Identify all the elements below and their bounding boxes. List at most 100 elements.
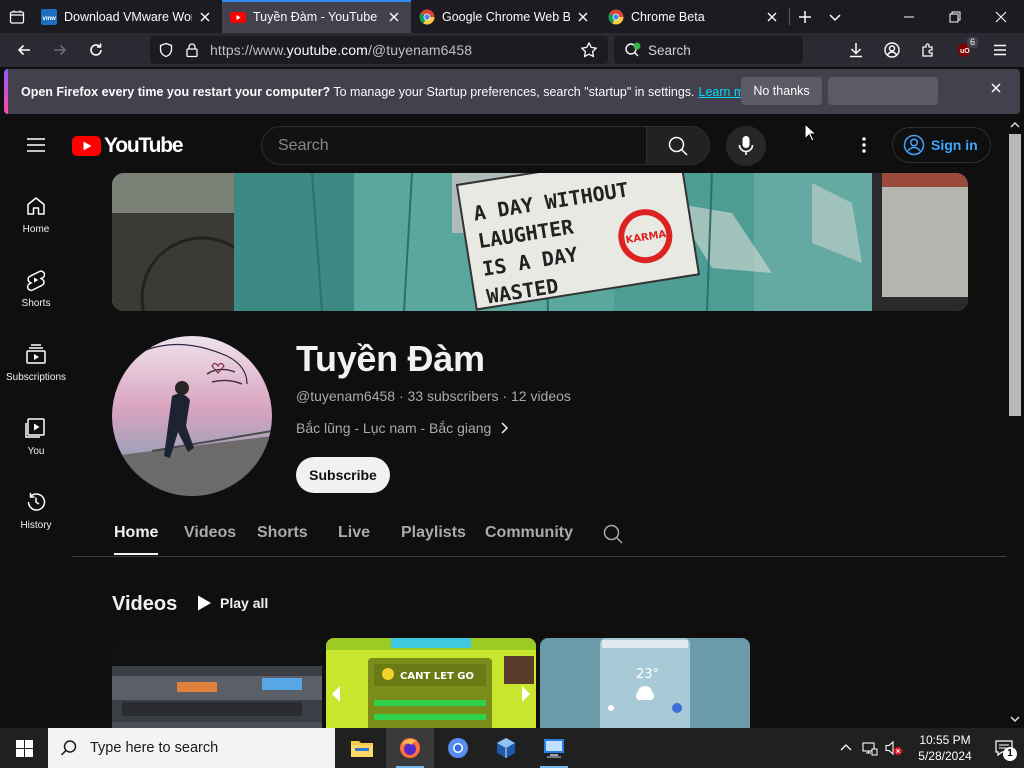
- video-thumbnail[interactable]: CANT LET GO: [326, 638, 536, 728]
- vmware-icon: vmw: [41, 8, 57, 25]
- search-icon: [603, 524, 623, 544]
- account-icon: [884, 42, 900, 58]
- tab-community[interactable]: Community: [485, 524, 573, 542]
- guide-item-subscriptions[interactable]: Subscriptions: [0, 320, 72, 394]
- extensions-button[interactable]: [910, 35, 946, 65]
- taskbar-firefox[interactable]: [386, 728, 434, 768]
- sign-in-button[interactable]: Sign in: [892, 127, 991, 163]
- close-notification-button[interactable]: [990, 82, 1008, 100]
- youtube-icon: [230, 9, 246, 25]
- app-menu-button[interactable]: [982, 35, 1018, 65]
- close-tab-icon[interactable]: [574, 8, 592, 26]
- chromium-icon: [448, 738, 468, 758]
- forward-button[interactable]: [42, 35, 78, 65]
- guide-item-history[interactable]: History: [0, 468, 72, 542]
- guide-item-home[interactable]: Home: [0, 172, 72, 246]
- minimize-button[interactable]: [886, 0, 932, 33]
- play-icon: [198, 595, 211, 611]
- reload-icon: [90, 43, 102, 56]
- video-thumbnail[interactable]: [112, 638, 322, 728]
- subscribe-button[interactable]: Subscribe: [296, 457, 390, 493]
- taskbar-virtualbox[interactable]: [482, 728, 530, 768]
- tab-title: Download VMware Work: [64, 9, 192, 24]
- play-all-button[interactable]: Play all: [196, 594, 268, 612]
- close-icon: [991, 83, 1001, 93]
- search-engine-icon: [625, 42, 641, 57]
- section-title: Videos: [112, 593, 178, 615]
- guide-item-you[interactable]: You: [0, 394, 72, 468]
- banner-image: A DAY WITHOUT LAUGHTER IS A DAY WASTED K…: [112, 173, 968, 311]
- settings-more-button[interactable]: [852, 133, 876, 157]
- tab-home[interactable]: Home: [114, 524, 159, 555]
- channel-search-button[interactable]: [602, 523, 624, 545]
- minimize-icon: [904, 16, 914, 17]
- channel-description-text: Bắc lũng - Lục nam - Bắc giang: [296, 420, 492, 436]
- new-tab-button[interactable]: [790, 0, 820, 33]
- tab-chrome-beta[interactable]: Chrome Beta: [600, 0, 789, 33]
- guide-item-shorts[interactable]: Shorts: [0, 246, 72, 320]
- tab-live[interactable]: Live: [338, 524, 370, 542]
- list-all-tabs-button[interactable]: [820, 0, 850, 33]
- video-thumbnail[interactable]: 23°: [540, 638, 750, 728]
- tab-youtube[interactable]: Tuyền Đàm - YouTube: [222, 0, 411, 33]
- tab-shorts[interactable]: Shorts: [257, 524, 308, 542]
- close-icon: [995, 11, 1007, 22]
- taskbar-remote-desktop[interactable]: [530, 728, 578, 768]
- youtube-search-button[interactable]: [646, 126, 710, 165]
- channel-meta: @tuyenam6458 · 33 subscribers · 12 video…: [296, 388, 571, 404]
- tab-chrome-web-browser[interactable]: Google Chrome Web Bro: [411, 0, 600, 33]
- tab-vmware[interactable]: vmw Download VMware Work: [33, 0, 222, 33]
- set-startup-button[interactable]: [828, 77, 938, 105]
- account-button[interactable]: [874, 35, 910, 65]
- guide-item-label: You: [27, 446, 45, 457]
- chrome-icon: [419, 9, 435, 25]
- close-window-button[interactable]: [978, 0, 1024, 33]
- thumbnail-text: CANT LET GO: [400, 671, 474, 682]
- url-text: https://www.youtube.com/@tuyenam6458: [210, 42, 473, 58]
- taskbar-file-explorer[interactable]: [338, 728, 386, 768]
- close-tab-icon[interactable]: [196, 8, 214, 26]
- start-button[interactable]: [0, 728, 48, 768]
- restore-button[interactable]: [932, 0, 978, 33]
- avatar-image: [112, 336, 272, 496]
- guide-menu-button[interactable]: [24, 133, 48, 157]
- thumbnail-image: CANT LET GO: [326, 638, 536, 728]
- youtube-search-input[interactable]: Search: [261, 126, 646, 165]
- downloads-button[interactable]: [838, 35, 874, 65]
- tab-playlists[interactable]: Playlists: [401, 524, 466, 542]
- url-bar[interactable]: https://www.youtube.com/@tuyenam6458: [150, 36, 608, 64]
- youtube-logo[interactable]: YouTube: [72, 134, 184, 158]
- volume-icon-button[interactable]: [882, 728, 906, 768]
- scrollbar-thumb[interactable]: [1009, 134, 1021, 416]
- network-icon: [862, 742, 878, 756]
- voice-search-button[interactable]: [726, 126, 766, 166]
- thumbnail-image: 23°: [540, 638, 750, 728]
- arrow-right-icon: [54, 44, 67, 56]
- no-thanks-button[interactable]: No thanks: [741, 77, 822, 105]
- close-tab-icon[interactable]: [763, 8, 781, 26]
- lock-icon: [186, 43, 198, 58]
- channel-avatar[interactable]: [112, 336, 272, 496]
- channel-description[interactable]: Bắc lũng - Lục nam - Bắc giang: [296, 420, 511, 436]
- taskbar-chrome[interactable]: [434, 728, 482, 768]
- hamburger-menu-icon: [994, 44, 1006, 56]
- taskbar-search-box[interactable]: Type here to search: [48, 728, 335, 768]
- ublock-extension-button[interactable]: uO 6: [946, 35, 982, 65]
- action-center-button[interactable]: 1: [984, 728, 1024, 768]
- show-hidden-icons-button[interactable]: [834, 728, 858, 768]
- search-bar[interactable]: Search: [614, 36, 803, 64]
- mini-guide: Home Shorts Subscriptions You History: [0, 172, 72, 542]
- taskbar-clock[interactable]: 10:55 PM 5/28/2024: [906, 732, 984, 764]
- account-circle-icon: [903, 134, 925, 156]
- reload-button[interactable]: [78, 35, 114, 65]
- close-tab-icon[interactable]: [385, 8, 403, 26]
- back-button[interactable]: [6, 35, 42, 65]
- page-scrollbar[interactable]: [1006, 116, 1024, 728]
- chevron-right-icon: [501, 422, 509, 434]
- search-bar-placeholder: Search: [648, 42, 691, 58]
- remote-desktop-icon: [544, 739, 564, 758]
- youtube-logo-icon: [72, 136, 101, 156]
- tab-videos[interactable]: Videos: [184, 524, 236, 542]
- network-icon-button[interactable]: [858, 728, 882, 768]
- firefox-view-button[interactable]: [0, 0, 33, 33]
